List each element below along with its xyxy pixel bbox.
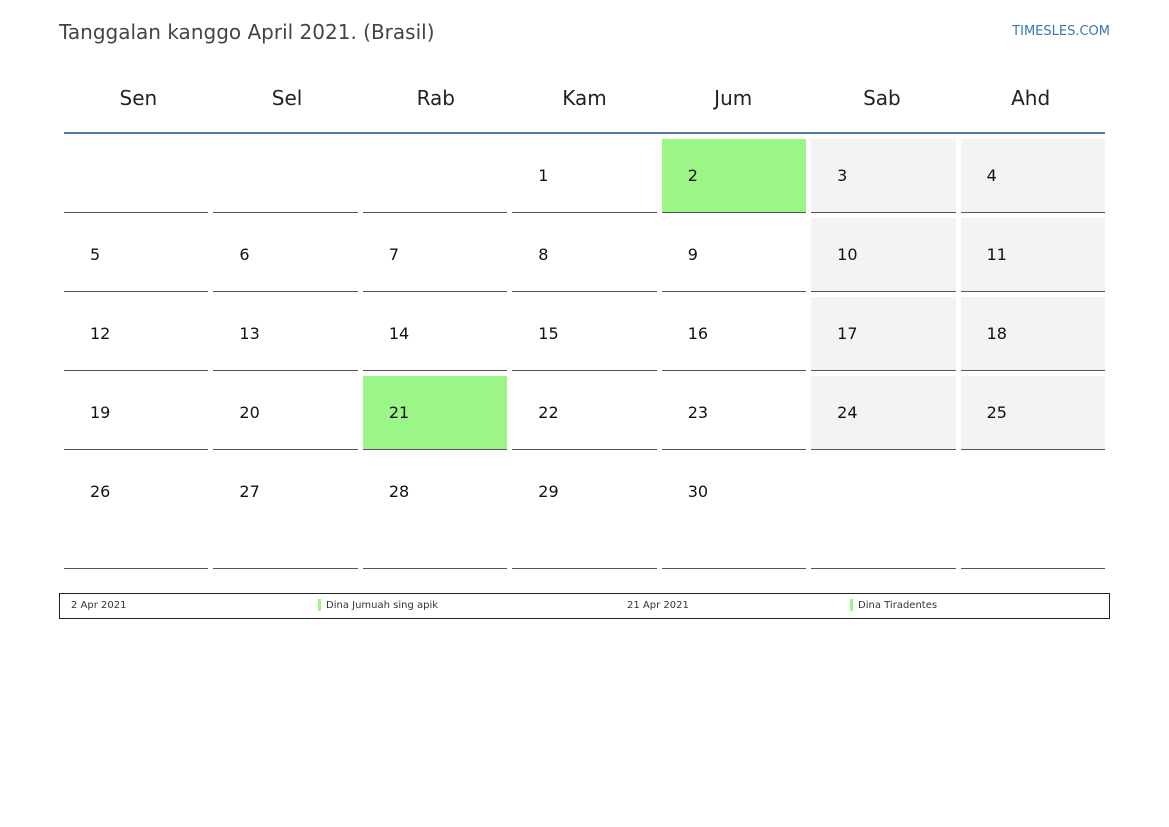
- weekday-label: Sen: [119, 86, 158, 110]
- day-number: 23: [687, 403, 709, 422]
- weekend-cell: 25: [960, 376, 1105, 450]
- weekend-cell: 24: [811, 376, 956, 450]
- day-cell: 22: [512, 376, 657, 450]
- calendar: Sen Sel Rab Kam Jum Sab Ahd 1 2 3 4 5 6 …: [64, 74, 1105, 569]
- day-number: 3: [837, 166, 848, 185]
- holiday-marker-icon: [850, 599, 853, 611]
- day-cell: 5: [64, 218, 209, 292]
- day-cell: 1: [512, 139, 657, 213]
- day-cell: 19: [64, 376, 209, 450]
- day-cell: [960, 455, 1105, 569]
- day-number: 2: [687, 166, 698, 185]
- weekday-label: Ahd: [1011, 86, 1051, 110]
- holiday-legend: 2 Apr 2021 Dina Jumuah sing apik 21 Apr …: [59, 593, 1110, 619]
- legend-holiday-name: Dina Tiradentes: [858, 600, 938, 611]
- day-cell: 29: [512, 455, 657, 569]
- day-cell: 23: [661, 376, 807, 450]
- day-cell: [811, 455, 956, 569]
- legend-holiday-name: Dina Jumuah sing apik: [326, 600, 439, 611]
- weekend-cell: 10: [811, 218, 956, 292]
- site-link[interactable]: TIMESLES.COM: [1012, 24, 1110, 39]
- day-number: 8: [538, 245, 549, 264]
- day-cell: 15: [512, 297, 657, 371]
- day-number: 13: [239, 324, 260, 343]
- weekend-cell: 17: [811, 297, 956, 371]
- day-number: 16: [687, 324, 709, 343]
- day-number: 14: [388, 324, 410, 343]
- day-cell: 9: [661, 218, 807, 292]
- day-cell: [213, 139, 358, 213]
- day-number: 1: [538, 166, 549, 185]
- weekday-label: Rab: [416, 86, 455, 110]
- day-number: 30: [687, 482, 709, 501]
- day-number: 7: [388, 245, 400, 264]
- day-cell: 8: [512, 218, 657, 292]
- weekday-label: Sel: [271, 86, 303, 110]
- day-number: 11: [986, 245, 1007, 264]
- day-number: 15: [538, 324, 559, 343]
- day-number: 18: [986, 324, 1007, 343]
- day-cell: 12: [64, 297, 209, 371]
- weekend-cell: 18: [960, 297, 1105, 371]
- day-number: 26: [90, 482, 111, 501]
- day-cell: 14: [362, 297, 508, 371]
- holiday-marker-icon: [318, 599, 321, 611]
- day-cell: 13: [213, 297, 358, 371]
- day-number: 25: [986, 403, 1007, 422]
- day-number: 20: [239, 403, 260, 422]
- day-number: 27: [239, 482, 260, 501]
- day-number: 21: [388, 403, 410, 422]
- day-cell: 7: [362, 218, 508, 292]
- weekend-cell: 4: [960, 139, 1105, 213]
- day-cell: 28: [362, 455, 508, 569]
- legend-date: 21 Apr 2021: [627, 600, 689, 611]
- day-cell: 6: [213, 218, 358, 292]
- day-number: 10: [837, 245, 858, 264]
- weekday-header: Sen Sel Rab Kam Jum Sab Ahd: [64, 74, 1105, 134]
- page-title: Tanggalan kanggo April 2021. (Brasil): [59, 20, 435, 44]
- weekday-label: Sab: [863, 86, 901, 110]
- holiday-cell: 2: [661, 139, 807, 213]
- holiday-cell: 21: [362, 376, 508, 450]
- day-number: 28: [388, 482, 410, 501]
- day-number: 5: [90, 245, 101, 264]
- day-grid: 1 2 3 4 5 6 7 8 9 10 11 12 13 14 15 16 1…: [64, 139, 1105, 569]
- weekday-label: Kam: [562, 86, 607, 110]
- day-cell: 20: [213, 376, 358, 450]
- day-cell: 16: [661, 297, 807, 371]
- weekday-label: Jum: [714, 86, 753, 110]
- day-number: 6: [239, 245, 250, 264]
- day-cell: 30: [661, 455, 807, 569]
- day-cell: 27: [213, 455, 358, 569]
- day-number: 9: [687, 245, 698, 264]
- weekend-cell: 11: [960, 218, 1105, 292]
- day-number: 24: [837, 403, 858, 422]
- day-number: 22: [538, 403, 559, 422]
- legend-date: 2 Apr 2021: [71, 600, 127, 611]
- weekend-cell: 3: [811, 139, 956, 213]
- day-number: 4: [986, 166, 997, 185]
- day-cell: 26: [64, 455, 209, 569]
- day-number: 19: [90, 403, 111, 422]
- day-number: 17: [837, 324, 858, 343]
- day-cell: [362, 139, 508, 213]
- day-number: 12: [90, 324, 111, 343]
- day-cell: [64, 139, 209, 213]
- day-number: 29: [538, 482, 559, 501]
